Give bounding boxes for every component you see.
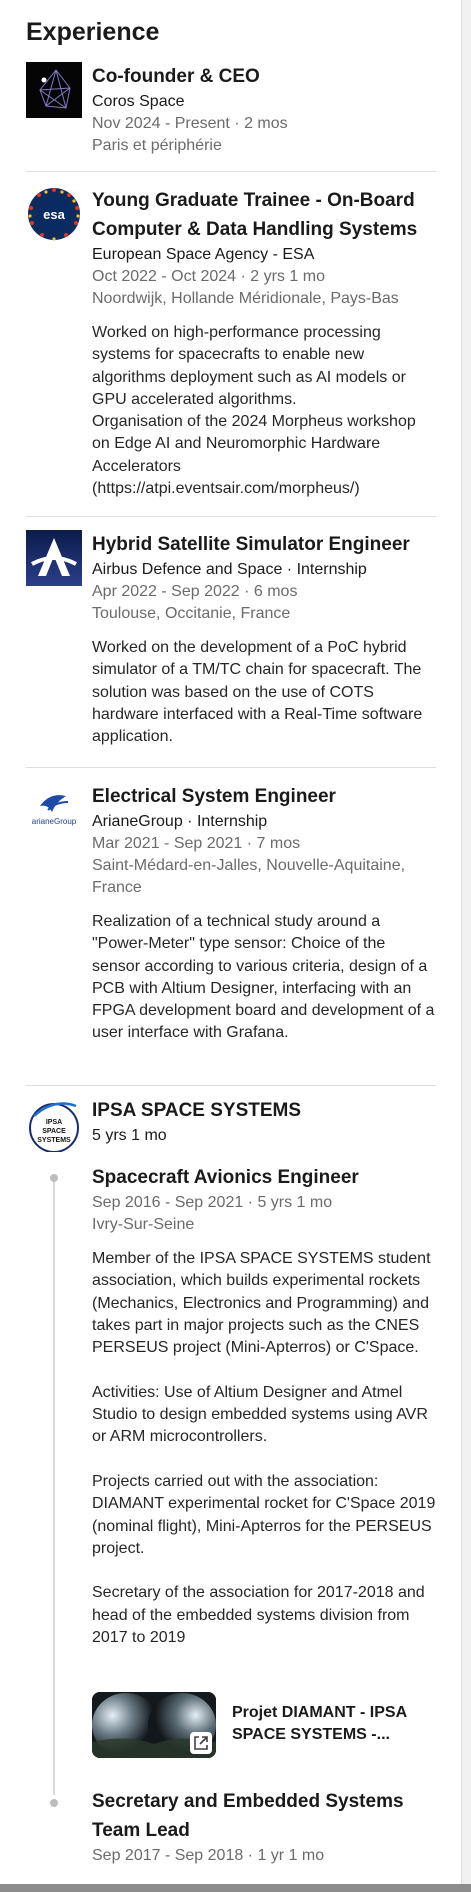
ipsa-logo[interactable]: IPSA SPACE SYSTEMS (26, 1096, 82, 1152)
job-location: Paris et périphérie (92, 137, 222, 154)
company-name: Coros Space (92, 93, 185, 110)
job-title[interactable]: Hybrid Satellite Simulator Engineer (92, 530, 436, 559)
vertical-scrollbar[interactable] (461, 0, 471, 1892)
timeline-dot (50, 1174, 58, 1182)
position-description: Member of the IPSA SPACE SYSTEMS student… (92, 1250, 436, 1647)
job-title[interactable]: Electrical System Engineer (92, 782, 436, 811)
media-attachment[interactable]: Projet DIAMANT - IPSA SPACE SYSTEMS -... (92, 1692, 436, 1758)
section-title: Experience (26, 18, 160, 46)
esa-logo[interactable]: esa (26, 186, 82, 242)
timeline-dot (50, 1799, 58, 1807)
svg-text:SYSTEMS: SYSTEMS (37, 1137, 71, 1144)
job-description: Worked on high-performance processing sy… (92, 324, 416, 498)
job-title[interactable]: Young Graduate Trainee - On-Board Comput… (92, 186, 436, 244)
company-name: ArianeGroup · Internship (92, 813, 268, 830)
job-location: Toulouse, Occitanie, France (92, 605, 291, 622)
company-group-name[interactable]: IPSA SPACE SYSTEMS (92, 1096, 436, 1125)
divider (26, 171, 436, 172)
divider (26, 1085, 436, 1086)
company-name: European Space Agency - ESA (92, 246, 315, 263)
bottom-edge-bar (0, 1884, 471, 1892)
job-dates: Mar 2021 - Sep 2021 · 7 mos (92, 835, 301, 852)
external-link-icon[interactable] (190, 1732, 212, 1754)
arianegroup-logo[interactable]: arianeGroup (26, 782, 82, 838)
media-title[interactable]: Projet DIAMANT - IPSA SPACE SYSTEMS -... (232, 1702, 432, 1746)
job-dates: Nov 2024 - Present · 2 mos (92, 115, 288, 132)
job-description: Realization of a technical study around … (92, 913, 435, 1042)
divider (26, 516, 436, 517)
job-location: Noordwijk, Hollande Méridionale, Pays-Ba… (92, 290, 399, 307)
position-title[interactable]: Secretary and Embedded Systems Team Lead (92, 1787, 436, 1845)
company-total-duration: 5 yrs 1 mo (92, 1127, 167, 1144)
media-thumbnail[interactable] (92, 1692, 216, 1758)
company-name: Airbus Defence and Space · Internship (92, 561, 367, 578)
position-dates: Sep 2017 - Sep 2018 · 1 yr 1 mo (92, 1847, 325, 1864)
position-location: Ivry-Sur-Seine (92, 1216, 195, 1233)
position-dates: Sep 2016 - Sep 2021 · 5 yrs 1 mo (92, 1194, 333, 1211)
position-title[interactable]: Spacecraft Avionics Engineer (92, 1163, 436, 1192)
job-location: Saint-Médard-en-Jalles, Nouvelle-Aquitai… (92, 857, 406, 896)
timeline-connector (53, 1180, 55, 1795)
job-description: Worked on the development of a PoC hybri… (92, 639, 423, 746)
job-title[interactable]: Co-founder & CEO (92, 62, 436, 91)
svg-text:SPACE: SPACE (42, 1128, 66, 1135)
job-dates: Oct 2022 - Oct 2024 · 2 yrs 1 mo (92, 268, 325, 285)
airbus-logo[interactable] (26, 530, 82, 586)
divider (26, 767, 436, 768)
job-dates: Apr 2022 - Sep 2022 · 6 mos (92, 583, 298, 600)
svg-text:arianeGroup: arianeGroup (32, 817, 77, 826)
svg-text:IPSA: IPSA (46, 1119, 62, 1126)
svg-text:esa: esa (43, 207, 65, 222)
coros-space-logo[interactable] (26, 62, 82, 118)
